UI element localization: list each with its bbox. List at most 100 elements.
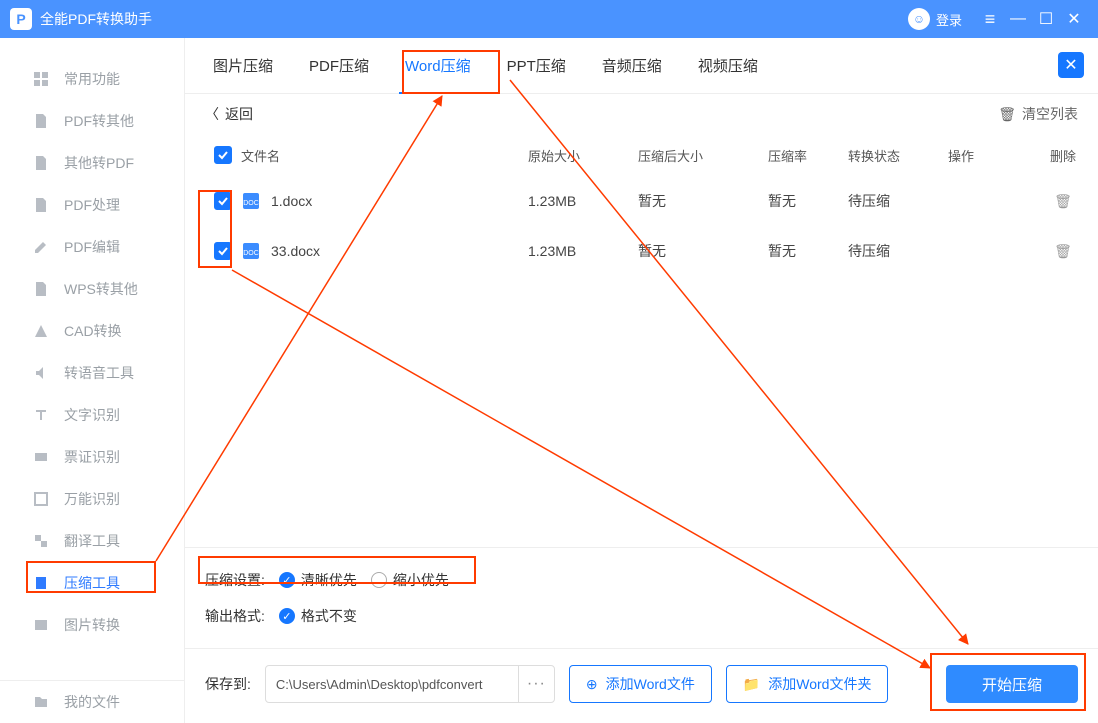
sidebar-item-other-to-pdf[interactable]: 其他转PDF bbox=[0, 142, 184, 184]
close-panel-button[interactable]: ✕ bbox=[1058, 52, 1084, 78]
file-table: 文件名 原始大小 压缩后大小 压缩率 转换状态 操作 删除 DOC1.docx … bbox=[185, 134, 1098, 276]
folder-icon: 📁 bbox=[743, 676, 760, 693]
sidebar-item-label: 转语音工具 bbox=[64, 363, 134, 383]
sidebar-item-label: 我的文件 bbox=[64, 692, 120, 712]
sidebar-item-label: 其他转PDF bbox=[64, 153, 134, 173]
sidebar-item-pdf-process[interactable]: PDF处理 bbox=[0, 184, 184, 226]
file-status: 待压缩 bbox=[848, 241, 948, 261]
document-icon bbox=[32, 113, 50, 129]
plus-icon: ⊕ bbox=[586, 676, 598, 693]
folder-icon bbox=[32, 694, 50, 710]
sidebar-item-universal-ocr[interactable]: 万能识别 bbox=[0, 478, 184, 520]
browse-path-button[interactable]: ··· bbox=[518, 666, 554, 702]
action-bar: 保存到: C:\Users\Admin\Desktop\pdfconvert ·… bbox=[185, 648, 1098, 723]
file-after: 暂无 bbox=[638, 191, 768, 211]
row-checkbox[interactable] bbox=[214, 242, 232, 260]
app-title: 全能PDF转换助手 bbox=[40, 9, 152, 29]
column-ratio: 压缩率 bbox=[768, 146, 848, 165]
maximize-button[interactable]: ☐ bbox=[1032, 9, 1060, 29]
sidebar-item-translate[interactable]: 翻译工具 bbox=[0, 520, 184, 562]
delete-row-button[interactable]: 🗑 bbox=[1054, 193, 1072, 210]
start-compress-button[interactable]: 开始压缩 bbox=[946, 665, 1078, 703]
minimize-button[interactable]: — bbox=[1004, 10, 1032, 28]
tab-ppt-compress[interactable]: PPT压缩 bbox=[489, 38, 584, 94]
trash-icon: 🗑 bbox=[998, 106, 1016, 123]
sidebar-item-pdf-edit[interactable]: PDF编辑 bbox=[0, 226, 184, 268]
sidebar-item-label: 图片转换 bbox=[64, 615, 120, 635]
grid-icon bbox=[32, 71, 50, 87]
content-area: 图片压缩 PDF压缩 Word压缩 PPT压缩 音频压缩 视频压缩 ✕ 〈返回 … bbox=[185, 38, 1098, 723]
compress-icon bbox=[32, 575, 50, 591]
radio-size-first[interactable]: 缩小优先 bbox=[371, 570, 449, 590]
tabs-bar: 图片压缩 PDF压缩 Word压缩 PPT压缩 音频压缩 视频压缩 ✕ bbox=[185, 38, 1098, 94]
file-ratio: 暂无 bbox=[768, 241, 848, 261]
translate-icon bbox=[32, 533, 50, 549]
sidebar: 常用功能 PDF转其他 其他转PDF PDF处理 PDF编辑 WPS转其他 CA… bbox=[0, 38, 185, 723]
docx-icon: DOC bbox=[241, 191, 261, 211]
compress-setting-label: 压缩设置: bbox=[205, 570, 265, 590]
sidebar-item-audio[interactable]: 转语音工具 bbox=[0, 352, 184, 394]
avatar-icon[interactable]: ☺ bbox=[908, 8, 930, 30]
sidebar-item-label: PDF编辑 bbox=[64, 237, 120, 257]
document-icon bbox=[32, 155, 50, 171]
sidebar-item-label: 票证识别 bbox=[64, 447, 120, 467]
file-size: 1.23MB bbox=[528, 243, 638, 259]
tab-audio-compress[interactable]: 音频压缩 bbox=[584, 38, 680, 94]
close-window-button[interactable]: ✕ bbox=[1060, 9, 1088, 29]
column-op: 操作 bbox=[948, 146, 1038, 165]
output-format-label: 输出格式: bbox=[205, 606, 265, 626]
delete-row-button[interactable]: 🗑 bbox=[1054, 243, 1072, 260]
sidebar-item-ticket[interactable]: 票证识别 bbox=[0, 436, 184, 478]
login-button[interactable]: 登录 bbox=[936, 10, 962, 29]
sidebar-item-pdf-to-other[interactable]: PDF转其他 bbox=[0, 100, 184, 142]
sidebar-item-wps[interactable]: WPS转其他 bbox=[0, 268, 184, 310]
table-header: 文件名 原始大小 压缩后大小 压缩率 转换状态 操作 删除 bbox=[205, 134, 1088, 176]
chevron-left-icon: 〈 bbox=[205, 104, 219, 124]
sidebar-item-my-files[interactable]: 我的文件 bbox=[0, 681, 184, 723]
column-name: 文件名 bbox=[241, 146, 528, 165]
tab-video-compress[interactable]: 视频压缩 bbox=[680, 38, 776, 94]
button-label: 开始压缩 bbox=[982, 674, 1042, 695]
tab-image-compress[interactable]: 图片压缩 bbox=[195, 38, 291, 94]
svg-text:DOC: DOC bbox=[243, 200, 259, 207]
text-icon bbox=[32, 407, 50, 423]
row-checkbox[interactable] bbox=[214, 192, 232, 210]
back-label: 返回 bbox=[225, 104, 253, 124]
sidebar-item-common[interactable]: 常用功能 bbox=[0, 58, 184, 100]
sidebar-item-label: PDF处理 bbox=[64, 195, 120, 215]
sidebar-item-label: 万能识别 bbox=[64, 489, 120, 509]
sidebar-item-label: 文字识别 bbox=[64, 405, 120, 425]
add-word-folder-button[interactable]: 📁 添加Word文件夹 bbox=[726, 665, 889, 703]
column-del: 删除 bbox=[1038, 146, 1088, 165]
clear-label: 清空列表 bbox=[1022, 104, 1078, 124]
sidebar-item-compress[interactable]: 压缩工具 bbox=[0, 562, 184, 604]
radio-clarity-first[interactable]: 清晰优先 bbox=[279, 570, 357, 590]
audio-icon bbox=[32, 365, 50, 381]
select-all-checkbox[interactable] bbox=[214, 146, 232, 164]
save-path-box: C:\Users\Admin\Desktop\pdfconvert ··· bbox=[265, 665, 555, 703]
column-size: 原始大小 bbox=[528, 146, 638, 165]
sidebar-item-image-convert[interactable]: 图片转换 bbox=[0, 604, 184, 646]
sidebar-item-cad[interactable]: CAD转换 bbox=[0, 310, 184, 352]
tab-pdf-compress[interactable]: PDF压缩 bbox=[291, 38, 387, 94]
radio-label: 格式不变 bbox=[301, 606, 357, 626]
image-icon bbox=[32, 617, 50, 633]
add-word-file-button[interactable]: ⊕ 添加Word文件 bbox=[569, 665, 712, 703]
hamburger-icon[interactable]: ≡ bbox=[976, 9, 1004, 30]
column-status: 转换状态 bbox=[848, 146, 948, 165]
table-row: DOC33.docx 1.23MB 暂无 暂无 待压缩 🗑 bbox=[205, 226, 1088, 276]
sidebar-item-label: 常用功能 bbox=[64, 69, 120, 89]
ticket-icon bbox=[32, 449, 50, 465]
tab-word-compress[interactable]: Word压缩 bbox=[387, 38, 489, 94]
back-button[interactable]: 〈返回 bbox=[205, 104, 253, 124]
clear-list-button[interactable]: 🗑 清空列表 bbox=[998, 104, 1078, 124]
radio-format-same[interactable]: 格式不变 bbox=[279, 606, 357, 626]
sidebar-item-ocr[interactable]: 文字识别 bbox=[0, 394, 184, 436]
sidebar-item-label: WPS转其他 bbox=[64, 279, 138, 299]
document-icon bbox=[32, 281, 50, 297]
app-logo-icon: P bbox=[10, 8, 32, 30]
file-name: 1.docx bbox=[271, 193, 312, 209]
document-icon bbox=[32, 197, 50, 213]
button-label: 添加Word文件 bbox=[606, 674, 695, 694]
column-after: 压缩后大小 bbox=[638, 146, 768, 165]
